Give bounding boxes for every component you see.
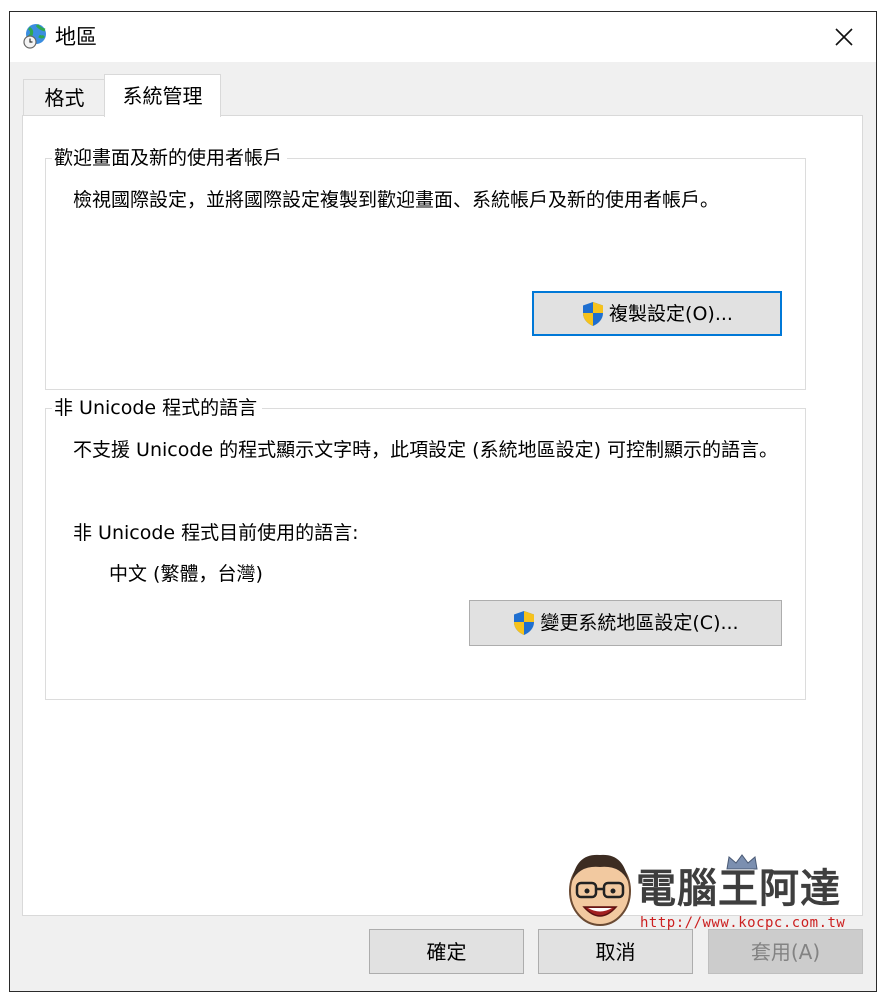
globe-clock-icon xyxy=(23,24,46,49)
close-button[interactable] xyxy=(812,12,876,62)
title-bar[interactable]: 地區 xyxy=(10,12,876,62)
uac-shield-icon xyxy=(514,611,535,635)
welcome-screen-group: 歡迎畫面及新的使用者帳戶 檢視國際設定，並將國際設定複製到歡迎畫面、系統帳戶及新… xyxy=(45,143,806,390)
close-icon xyxy=(835,28,853,46)
current-language-value: 中文 (繁體，台灣) xyxy=(109,563,263,585)
ok-label: 確定 xyxy=(426,939,467,964)
tab-strip: 格式 系統管理 xyxy=(10,62,876,117)
uac-shield-icon xyxy=(583,301,604,326)
change-system-locale-button[interactable]: 變更系統地區設定(C)... xyxy=(469,600,782,646)
tab-administrative[interactable]: 系統管理 xyxy=(104,74,221,117)
ok-button[interactable]: 確定 xyxy=(369,929,524,974)
cancel-label: 取消 xyxy=(595,939,636,964)
tab-administrative-label: 系統管理 xyxy=(122,84,203,108)
non-unicode-group-legend: 非 Unicode 程式的語言 xyxy=(52,393,263,423)
apply-label: 套用(A) xyxy=(750,939,821,964)
watermark-url: http://www.kocpc.com.tw xyxy=(640,915,846,931)
welcome-group-legend: 歡迎畫面及新的使用者帳戶 xyxy=(52,143,288,173)
watermark: 電腦王阿達 http://www.kocpc.com.tw xyxy=(560,845,860,937)
window-title: 地區 xyxy=(55,25,97,49)
tab-format-label: 格式 xyxy=(44,85,85,110)
mascot-face-icon xyxy=(569,854,631,926)
current-language-label: 非 Unicode 程式目前使用的語言: xyxy=(73,522,359,544)
welcome-description: 檢視國際設定，並將國際設定複製到歡迎畫面、系統帳戶及新的使用者帳戶。 xyxy=(73,189,720,211)
copy-settings-label: 複製設定(O)... xyxy=(609,302,733,325)
administrative-tab-panel: 歡迎畫面及新的使用者帳戶 檢視國際設定，並將國際設定複製到歡迎畫面、系統帳戶及新… xyxy=(22,115,863,916)
copy-settings-button[interactable]: 複製設定(O)... xyxy=(532,291,782,336)
change-system-locale-label: 變更系統地區設定(C)... xyxy=(540,612,739,634)
non-unicode-description: 不支援 Unicode 的程式顯示文字時，此項設定 (系統地區設定) 可控制顯示… xyxy=(73,439,779,461)
watermark-title: 電腦王阿達 xyxy=(636,866,841,912)
tab-format[interactable]: 格式 xyxy=(23,79,106,115)
non-unicode-group: 非 Unicode 程式的語言 不支援 Unicode 的程式顯示文字時，此項設… xyxy=(45,393,806,700)
